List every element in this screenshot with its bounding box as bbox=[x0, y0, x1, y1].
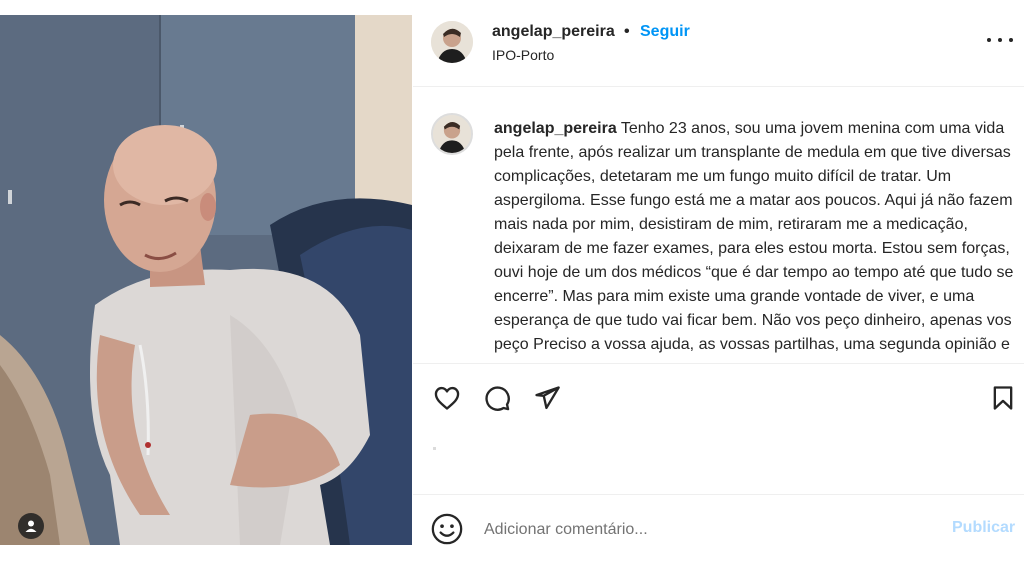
more-options-icon[interactable] bbox=[987, 30, 1013, 50]
caption-avatar[interactable] bbox=[431, 113, 473, 155]
caption-username[interactable]: angelap_pereira bbox=[494, 120, 617, 137]
post-photo[interactable] bbox=[0, 15, 412, 545]
comment-bar: Publicar bbox=[413, 494, 1024, 565]
comment-icon[interactable] bbox=[480, 381, 514, 415]
user-tag-icon[interactable] bbox=[18, 513, 44, 539]
post-location[interactable]: IPO-Porto bbox=[492, 47, 554, 63]
caption-text: Tenho 23 anos, sou uma jovem menina com … bbox=[494, 120, 1014, 362]
avatar[interactable] bbox=[431, 21, 473, 63]
post-photo-illustration bbox=[0, 15, 412, 545]
post-caption: angelap_pereira Tenho 23 anos, sou uma j… bbox=[494, 117, 1014, 362]
post-actions-bar bbox=[413, 363, 1024, 434]
publish-button[interactable]: Publicar bbox=[952, 519, 1015, 537]
emoji-icon[interactable] bbox=[430, 512, 464, 546]
post-header: angelap_pereira • Seguir IPO-Porto bbox=[413, 0, 1024, 87]
post-username[interactable]: angelap_pereira bbox=[492, 23, 615, 41]
likes-placeholder bbox=[433, 438, 439, 450]
follow-button[interactable]: Seguir bbox=[640, 23, 690, 41]
separator-dot: • bbox=[624, 23, 630, 40]
heart-icon[interactable] bbox=[430, 381, 464, 415]
post-side-panel: angelap_pereira • Seguir IPO-Porto angel… bbox=[413, 0, 1024, 576]
comment-input[interactable] bbox=[482, 517, 936, 543]
bookmark-icon[interactable] bbox=[986, 381, 1020, 415]
send-icon[interactable] bbox=[530, 381, 564, 415]
